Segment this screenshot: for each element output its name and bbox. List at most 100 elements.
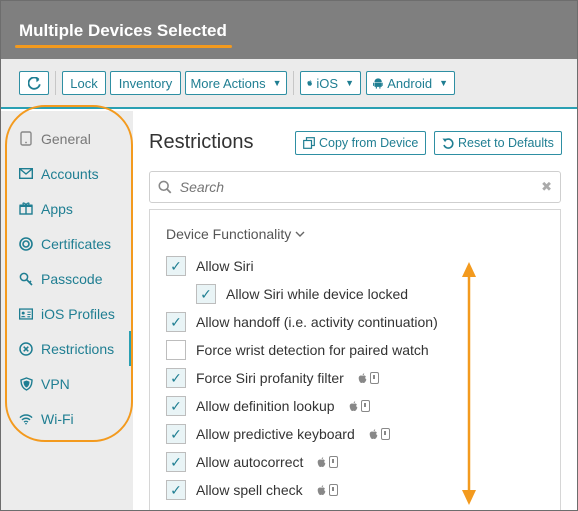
refresh-button[interactable] <box>19 71 49 95</box>
restriction-option: ✓ Allow Siri while device locked <box>196 283 408 305</box>
option-label: Allow spell check <box>196 482 303 498</box>
reset-to-defaults-label: Reset to Defaults <box>458 136 554 150</box>
chevron-down-icon: ▼ <box>272 78 282 88</box>
option-checkbox[interactable] <box>166 340 186 360</box>
restriction-option: ✓ Force Siri profanity filter <box>166 367 379 389</box>
sidebar-item-label: Apps <box>41 200 73 217</box>
header-bar: Multiple Devices Selected <box>1 1 577 59</box>
main-content: Restrictions Copy from Device Reset to D… <box>133 111 577 510</box>
restriction-option: ✓ Allow autocorrect <box>166 451 339 473</box>
lock-button[interactable]: Lock <box>62 71 106 95</box>
sidebar-item-label: Certificates <box>41 235 112 252</box>
undo-icon <box>442 138 454 149</box>
wifi-icon <box>19 412 33 426</box>
copy-from-device-button[interactable]: Copy from Device <box>295 131 427 155</box>
checkmark-icon: ✓ <box>170 398 182 414</box>
sidebar-item-wifi[interactable]: Wi-Fi <box>1 401 133 436</box>
restriction-option: ✓ Allow spell check <box>166 479 338 501</box>
option-label: Allow handoff (i.e. activity continuatio… <box>196 314 438 330</box>
toolbar-divider <box>293 71 294 95</box>
page-title: Restrictions <box>149 131 254 153</box>
search-icon <box>158 180 172 194</box>
option-checkbox[interactable]: ✓ <box>166 480 186 500</box>
apple-icon <box>358 372 367 383</box>
sidebar-item-vpn[interactable]: VPN <box>1 366 133 401</box>
android-filter-label: Android <box>387 75 433 91</box>
platform-tags <box>369 428 390 440</box>
apple-icon <box>318 456 326 467</box>
copy-from-device-label: Copy from Device <box>319 136 419 150</box>
option-label: Allow autocorrect <box>196 454 304 470</box>
sidebar-item-label: Passcode <box>41 270 103 287</box>
option-label: Force Siri profanity filter <box>196 370 344 386</box>
profile-icon <box>19 307 33 321</box>
header-highlight-underline <box>15 45 232 48</box>
tablet-icon <box>19 131 33 146</box>
checkmark-icon: ✓ <box>200 286 212 302</box>
checkmark-icon: ✓ <box>170 258 182 274</box>
ios-filter-button[interactable]: iOS ▼ <box>300 71 361 95</box>
inventory-button[interactable]: Inventory <box>110 71 181 95</box>
option-checkbox[interactable]: ✓ <box>166 368 186 388</box>
sidebar-item-general[interactable]: General <box>1 121 133 156</box>
option-checkbox[interactable]: ✓ <box>166 256 186 276</box>
platform-tags <box>349 400 370 412</box>
envelope-icon <box>19 167 33 181</box>
restriction-option: Force wrist detection for paired watch <box>166 339 429 361</box>
option-label: Allow Siri <box>196 258 254 274</box>
restriction-option: ✓ Allow handoff (i.e. activity continuat… <box>166 311 438 333</box>
sidebar-item-passcode[interactable]: Passcode <box>1 261 133 296</box>
refresh-icon <box>27 76 41 90</box>
clear-search-icon[interactable]: ✖ <box>541 179 552 195</box>
platform-tags <box>317 484 338 496</box>
sidebar-item-label: iOS Profiles <box>41 305 115 322</box>
supervised-device-icon <box>369 372 379 384</box>
apple-icon <box>317 484 325 495</box>
supervised-device-icon <box>360 400 370 412</box>
copy-icon <box>303 137 315 149</box>
chevron-down-icon <box>295 231 305 237</box>
reset-to-defaults-button[interactable]: Reset to Defaults <box>434 131 562 155</box>
chevron-down-icon: ▼ <box>439 78 448 88</box>
sidebar-item-accounts[interactable]: Accounts <box>1 156 133 191</box>
option-checkbox[interactable]: ✓ <box>166 452 186 472</box>
more-actions-button[interactable]: More Actions ▼ <box>185 71 287 95</box>
platform-tags <box>358 372 379 384</box>
toolbar-divider <box>55 71 56 95</box>
sidebar: General Accounts Apps Certificates Passc… <box>1 111 133 510</box>
more-actions-label: More Actions <box>190 75 266 91</box>
option-checkbox[interactable]: ✓ <box>166 312 186 332</box>
search-input[interactable] <box>179 179 534 195</box>
option-checkbox[interactable]: ✓ <box>196 284 216 304</box>
restriction-option: ✓ Allow definition lookup <box>166 395 370 417</box>
toolbar: Lock Inventory More Actions ▼ iOS ▼ Andr… <box>1 59 577 109</box>
supervised-device-icon <box>380 428 390 440</box>
option-checkbox[interactable]: ✓ <box>166 396 186 416</box>
option-label: Allow definition lookup <box>196 398 335 414</box>
apple-icon <box>349 400 357 411</box>
section-header[interactable]: Device Functionality <box>166 226 305 242</box>
sidebar-item-apps[interactable]: Apps <box>1 191 133 226</box>
sidebar-item-label: Accounts <box>41 165 99 182</box>
android-filter-button[interactable]: Android ▼ <box>366 71 455 95</box>
sidebar-item-restrictions[interactable]: Restrictions <box>1 331 133 366</box>
chevron-down-icon: ▼ <box>345 78 354 88</box>
option-checkbox[interactable]: ✓ <box>166 424 186 444</box>
key-icon <box>19 272 33 286</box>
app-window: Multiple Devices Selected Lock Inventory… <box>0 0 578 511</box>
option-label: Force wrist detection for paired watch <box>196 342 429 358</box>
checkmark-icon: ✓ <box>170 426 182 442</box>
checkmark-icon: ✓ <box>170 314 182 330</box>
sidebar-item-certificates[interactable]: Certificates <box>1 226 133 261</box>
sidebar-item-ios-profiles[interactable]: iOS Profiles <box>1 296 133 331</box>
android-icon <box>373 78 384 89</box>
supervised-device-icon <box>329 456 339 468</box>
checkmark-icon: ✓ <box>170 370 182 386</box>
restrictions-icon <box>19 341 33 356</box>
sidebar-item-label: General <box>41 130 91 147</box>
search-box: ✖ <box>149 171 561 203</box>
checkmark-icon: ✓ <box>170 454 182 470</box>
shield-icon <box>19 376 33 391</box>
section-title: Device Functionality <box>166 226 292 242</box>
checkmark-icon: ✓ <box>170 482 182 498</box>
